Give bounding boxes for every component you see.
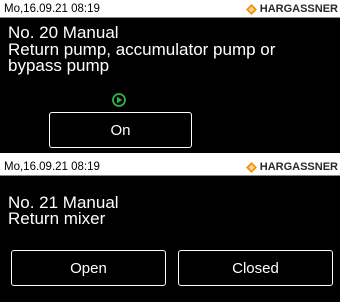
- pump-running-icon: [112, 93, 126, 107]
- brand-logo: HARGASSNER: [245, 160, 338, 174]
- brand-diamond-icon: [245, 3, 257, 15]
- brand-diamond-icon: [245, 161, 257, 173]
- page-subtitle-line-2: bypass pump: [8, 56, 110, 75]
- status-bar: Mo,16.09.21 08:19 HARGASSNER: [0, 0, 340, 18]
- brand-logo: HARGASSNER: [245, 2, 338, 16]
- page-title: No. 20 Manual: [8, 23, 119, 42]
- status-datetime: Mo,16.09.21 08:19: [4, 161, 100, 173]
- brand-name: HARGASSNER: [259, 3, 338, 15]
- page-subtitle: Return mixer: [8, 209, 106, 228]
- screen-manual-21: Mo,16.09.21 08:19 HARGASSNER No. 21 Manu…: [0, 158, 340, 302]
- screen-manual-20: Mo,16.09.21 08:19 HARGASSNER No. 20 Manu…: [0, 0, 340, 153]
- closed-button[interactable]: Closed: [178, 250, 333, 286]
- status-bar: Mo,16.09.21 08:19 HARGASSNER: [0, 158, 340, 176]
- on-button[interactable]: On: [49, 112, 192, 148]
- status-datetime: Mo,16.09.21 08:19: [4, 3, 100, 15]
- open-button[interactable]: Open: [11, 250, 166, 286]
- brand-name: HARGASSNER: [259, 161, 338, 173]
